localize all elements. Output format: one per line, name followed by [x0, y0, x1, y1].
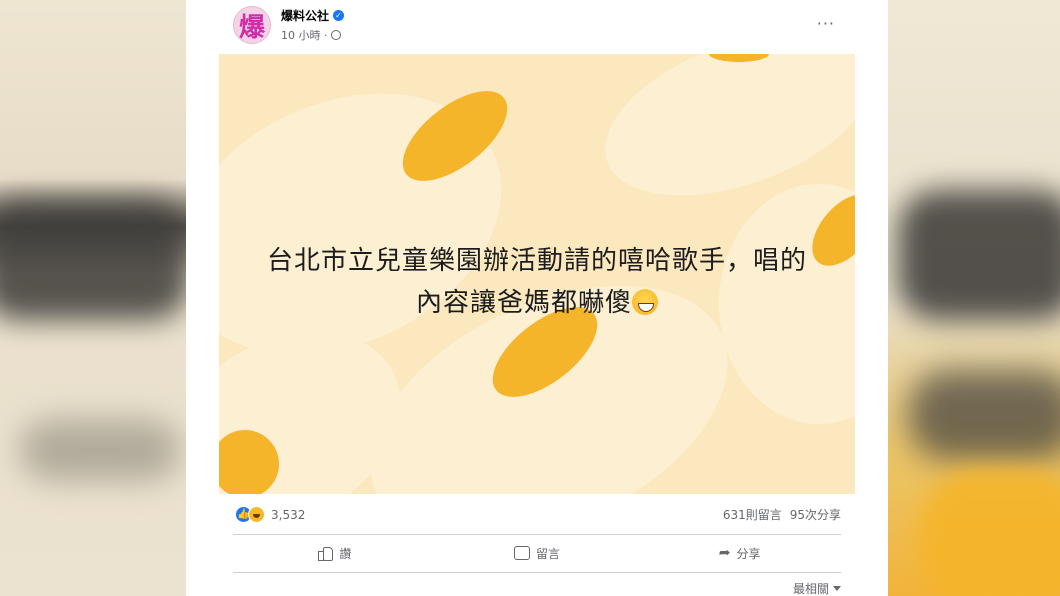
post-meta: 10 小時 · — [281, 27, 341, 43]
globe-icon — [330, 30, 341, 40]
more-options-icon[interactable]: ··· — [817, 14, 835, 33]
page-name-label[interactable]: 爆料公社 — [281, 7, 329, 24]
reaction-count[interactable]: 3,532 — [271, 508, 305, 522]
comment-button[interactable]: 留言 — [436, 536, 639, 570]
caret-down-icon — [833, 586, 841, 591]
thumb-up-icon — [317, 546, 334, 561]
background-right — [888, 0, 1060, 596]
post-text-line2: 內容讓爸媽都嚇傻 — [415, 288, 632, 318]
comment-button-label: 留言 — [536, 546, 561, 561]
reactions-summary[interactable]: 👍 3,532 — [235, 506, 305, 523]
avatar[interactable]: 爆 — [233, 6, 271, 44]
post-text-line2-row: 內容讓爸媽都嚇傻 — [219, 282, 855, 324]
share-icon: ➦ — [718, 545, 731, 561]
page-name[interactable]: 爆料公社 ✓ — [281, 7, 345, 24]
engagement-counts: 631則留言 95次分享 — [723, 506, 841, 523]
sort-label: 最相關 — [792, 582, 829, 596]
like-button-label: 讚 — [339, 546, 352, 561]
comment-count[interactable]: 631則留言 — [723, 506, 782, 523]
post-card-inner: 爆 爆料公社 ✓ 10 小時 · ··· 台北市立兒童樂園辦活動請的嘻哈歌手，唱… — [219, 0, 855, 596]
share-button[interactable]: ➦ 分享 — [638, 536, 841, 570]
background-left — [0, 0, 186, 596]
verified-icon: ✓ — [333, 10, 345, 21]
divider — [233, 572, 841, 573]
haha-reaction-icon — [248, 506, 265, 523]
post-text-line1: 台北市立兒童樂園辦活動請的嘻哈歌手，唱的 — [266, 246, 807, 276]
post-image[interactable]: 台北市立兒童樂園辦活動請的嘻哈歌手，唱的 內容讓爸媽都嚇傻 — [219, 54, 855, 494]
sweat-smile-emoji-icon — [632, 289, 658, 315]
like-button[interactable]: 讚 — [233, 536, 436, 570]
comment-icon — [514, 546, 530, 560]
comment-sort-dropdown[interactable]: 最相關 — [793, 580, 841, 596]
divider — [233, 534, 841, 535]
post-header: 爆 爆料公社 ✓ 10 小時 · ··· — [219, 0, 855, 54]
post-actions: 讚 留言 ➦ 分享 — [233, 536, 841, 570]
share-button-label: 分享 — [736, 546, 761, 561]
share-count[interactable]: 95次分享 — [790, 506, 841, 523]
post-stats: 👍 3,532 631則留言 95次分享 — [219, 502, 855, 526]
post-text: 台北市立兒童樂園辦活動請的嘻哈歌手，唱的 內容讓爸媽都嚇傻 — [219, 240, 855, 324]
post-time[interactable]: 10 小時 · — [281, 27, 328, 43]
post-card: 爆 爆料公社 ✓ 10 小時 · ··· 台北市立兒童樂園辦活動請的嘻哈歌手，唱… — [186, 0, 888, 596]
